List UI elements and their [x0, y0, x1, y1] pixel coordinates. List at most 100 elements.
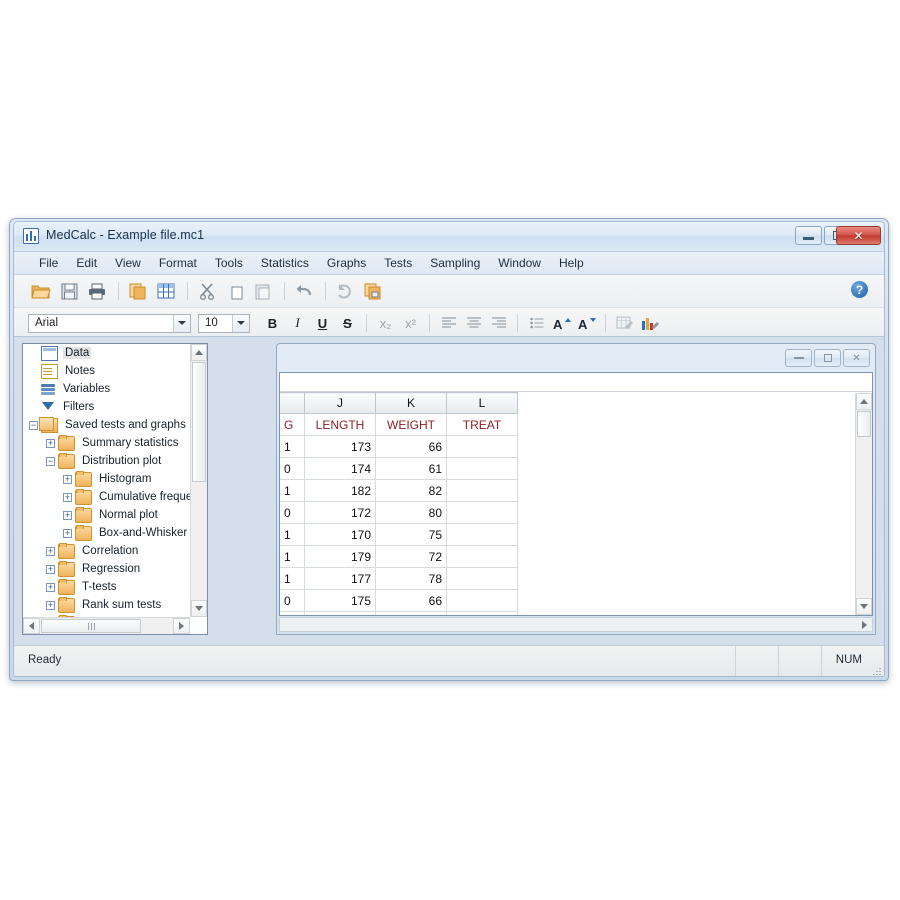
- tree-item-distribution-plot[interactable]: −Distribution plot: [23, 452, 190, 470]
- cell[interactable]: 83: [376, 612, 447, 617]
- cell[interactable]: 1: [280, 480, 305, 502]
- table-row[interactable]: 117075: [280, 524, 518, 546]
- scroll-down-button[interactable]: [856, 598, 872, 615]
- tree-item-saved-tests-and-graphs[interactable]: −Saved tests and graphs: [23, 416, 190, 434]
- cell[interactable]: 72: [376, 546, 447, 568]
- cell[interactable]: 174: [305, 458, 376, 480]
- scroll-left-button[interactable]: [23, 618, 40, 634]
- chevron-down-icon[interactable]: [173, 315, 190, 332]
- data-minimize-button[interactable]: [785, 349, 812, 367]
- cell[interactable]: [447, 590, 518, 612]
- expand-icon[interactable]: +: [63, 511, 72, 520]
- underline-button[interactable]: U: [310, 312, 335, 334]
- cell[interactable]: 182: [305, 480, 376, 502]
- align-center-button[interactable]: [461, 312, 486, 334]
- expand-icon[interactable]: +: [46, 547, 55, 556]
- resize-grip[interactable]: [870, 662, 881, 673]
- menu-tools[interactable]: Tools: [206, 254, 252, 272]
- cell[interactable]: [447, 612, 518, 617]
- grid-horizontal-scrollbar[interactable]: [279, 617, 873, 632]
- cell[interactable]: [447, 436, 518, 458]
- cell[interactable]: 170: [305, 524, 376, 546]
- expand-icon[interactable]: +: [63, 475, 72, 484]
- table-row[interactable]: 117972: [280, 546, 518, 568]
- spreadsheet-grid[interactable]: J K L GLENGTHWEIGHTTREAT1173660174611182…: [279, 372, 873, 616]
- scroll-thumb[interactable]: [192, 362, 206, 482]
- menu-file[interactable]: File: [30, 254, 67, 272]
- tree-item-t-tests[interactable]: +T-tests: [23, 578, 190, 596]
- scroll-up-button[interactable]: [856, 393, 872, 410]
- collapse-icon[interactable]: −: [46, 457, 55, 466]
- font-size-combo[interactable]: 10: [198, 314, 250, 333]
- cell[interactable]: 175: [305, 590, 376, 612]
- tree-horizontal-scrollbar[interactable]: [23, 617, 190, 634]
- table-row[interactable]: 017566: [280, 590, 518, 612]
- grid-vertical-scrollbar[interactable]: [855, 393, 872, 615]
- expand-icon[interactable]: +: [46, 601, 55, 610]
- expand-icon[interactable]: +: [63, 529, 72, 538]
- table-row[interactable]: 118282: [280, 480, 518, 502]
- cell[interactable]: 1: [280, 436, 305, 458]
- tree-item-filters[interactable]: Filters: [23, 398, 190, 416]
- subscript-button[interactable]: x₂: [373, 312, 398, 334]
- italic-button[interactable]: I: [285, 312, 310, 334]
- table-row[interactable]: 117883: [280, 612, 518, 617]
- minimize-button[interactable]: [795, 226, 822, 245]
- col-letter-J[interactable]: J: [305, 393, 376, 414]
- variable-name-G[interactable]: G: [280, 414, 305, 436]
- col-letter-L[interactable]: L: [447, 393, 518, 414]
- cell[interactable]: 1: [280, 568, 305, 590]
- scroll-right-button[interactable]: [173, 618, 190, 634]
- help-icon[interactable]: ?: [851, 281, 868, 298]
- menu-tests[interactable]: Tests: [375, 254, 421, 272]
- formula-bar[interactable]: [280, 373, 872, 392]
- variable-name-TREAT[interactable]: TREAT: [447, 414, 518, 436]
- tree-item-correlation[interactable]: +Correlation: [23, 542, 190, 560]
- cell[interactable]: 172: [305, 502, 376, 524]
- tree-item-notes[interactable]: Notes: [23, 362, 190, 380]
- cell[interactable]: 66: [376, 436, 447, 458]
- col-letter-K[interactable]: K: [376, 393, 447, 414]
- close-button[interactable]: ✕: [836, 226, 881, 245]
- cell[interactable]: 1: [280, 612, 305, 617]
- table-row[interactable]: 017461: [280, 458, 518, 480]
- cell[interactable]: 0: [280, 590, 305, 612]
- scroll-down-button[interactable]: [191, 600, 207, 617]
- menu-format[interactable]: Format: [150, 254, 206, 272]
- align-left-button[interactable]: [436, 312, 461, 334]
- menu-sampling[interactable]: Sampling: [421, 254, 489, 272]
- table-row[interactable]: 017280: [280, 502, 518, 524]
- cut-icon[interactable]: [194, 279, 220, 303]
- align-right-button[interactable]: [486, 312, 511, 334]
- tree-item-variables[interactable]: Variables: [23, 380, 190, 398]
- menu-view[interactable]: View: [106, 254, 150, 272]
- tree-item-normal-plot[interactable]: +Normal plot: [23, 506, 190, 524]
- chevron-down-icon[interactable]: [232, 315, 249, 332]
- tree-vertical-scrollbar[interactable]: [190, 344, 207, 617]
- bullet-list-button[interactable]: [524, 312, 549, 334]
- col-letter-0[interactable]: [280, 393, 305, 414]
- cell[interactable]: [447, 568, 518, 590]
- variable-name-LENGTH[interactable]: LENGTH: [305, 414, 376, 436]
- tree-item-summary-statistics[interactable]: +Summary statistics: [23, 434, 190, 452]
- cell[interactable]: 80: [376, 502, 447, 524]
- expand-icon[interactable]: +: [63, 493, 72, 502]
- tree-view[interactable]: DataNotesVariablesFilters−Saved tests an…: [23, 344, 190, 617]
- variable-name-WEIGHT[interactable]: WEIGHT: [376, 414, 447, 436]
- table-format-icon[interactable]: [612, 312, 637, 334]
- menu-window[interactable]: Window: [489, 254, 550, 272]
- expand-icon[interactable]: +: [46, 583, 55, 592]
- copy-sheet-icon[interactable]: [125, 279, 151, 303]
- cell[interactable]: 0: [280, 458, 305, 480]
- data-maximize-button[interactable]: [814, 349, 841, 367]
- decrease-font-button[interactable]: A: [574, 312, 599, 334]
- cell[interactable]: 179: [305, 546, 376, 568]
- tree-item-rank-sum-tests[interactable]: +Rank sum tests: [23, 596, 190, 614]
- cell[interactable]: 1: [280, 524, 305, 546]
- paste-icon[interactable]: [250, 279, 276, 303]
- cell[interactable]: [447, 458, 518, 480]
- superscript-button[interactable]: x²: [398, 312, 423, 334]
- cell[interactable]: 82: [376, 480, 447, 502]
- scroll-right-button[interactable]: [857, 618, 871, 631]
- tree-item-regression[interactable]: +Regression: [23, 560, 190, 578]
